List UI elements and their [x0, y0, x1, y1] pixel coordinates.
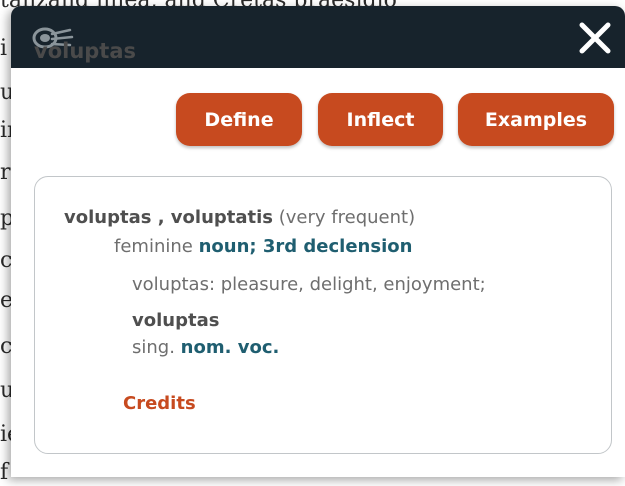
result-panel: voluptas , voluptatis (very frequent) fe… [34, 176, 612, 454]
form-analysis: sing. nom. voc. [132, 337, 279, 358]
definition: voluptas: pleasure, delight, enjoyment; [132, 274, 486, 295]
form-word: voluptas [132, 310, 220, 331]
inflect-button[interactable]: Inflect [318, 93, 443, 146]
gender: feminine [114, 236, 193, 257]
entry-heading: voluptas , voluptatis (very frequent) [64, 207, 415, 228]
background-text-fragment: f [0, 460, 9, 485]
frequency: (very frequent) [278, 207, 416, 228]
close-icon[interactable] [577, 20, 613, 56]
cases: nom. voc. [180, 337, 280, 358]
credits-link[interactable]: Credits [123, 393, 196, 414]
number: sing. [132, 337, 175, 358]
part-of-speech: noun; 3rd declension [198, 236, 413, 257]
dictionary-popup: voluptas Define Inflect Examples volupta… [11, 6, 625, 477]
background-text-fragment: i [0, 36, 8, 61]
grammar-line: feminine noun; 3rd declension [114, 236, 412, 257]
examples-button[interactable]: Examples [458, 93, 614, 146]
background-text-fragment: r [0, 160, 11, 185]
lemma: voluptas , voluptatis [64, 207, 274, 228]
define-button[interactable]: Define [176, 93, 302, 146]
query-word: voluptas [34, 39, 137, 63]
